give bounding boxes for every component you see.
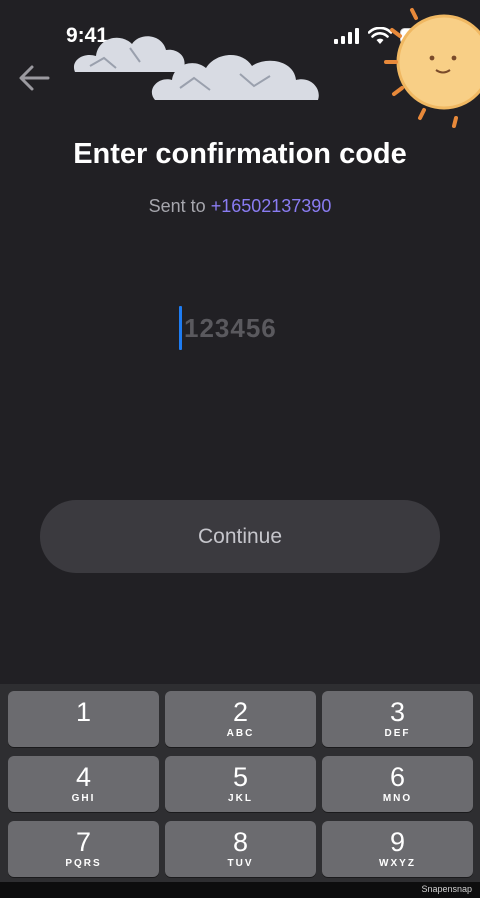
watermark: Snapensnap xyxy=(421,884,472,894)
cellular-signal-icon xyxy=(334,28,359,44)
sent-to-label: Sent to xyxy=(148,196,206,216)
code-input-wrapper xyxy=(179,305,324,351)
key-digit: 8 xyxy=(232,827,249,857)
key-letters: JKL xyxy=(228,793,253,804)
key-4[interactable]: 4 GHI xyxy=(8,756,159,812)
continue-button[interactable]: Continue xyxy=(40,500,440,573)
sun-illustration xyxy=(384,8,480,128)
bottom-strip xyxy=(0,882,480,898)
key-2[interactable]: 2 ABC xyxy=(165,691,316,747)
phone-number: +16502137390 xyxy=(210,196,332,216)
key-digit: 3 xyxy=(389,697,406,727)
key-letters: GHI xyxy=(71,793,96,804)
key-digit: 4 xyxy=(75,762,92,792)
key-digit: 5 xyxy=(232,762,249,792)
key-3[interactable]: 3 DEF xyxy=(322,691,473,747)
key-8[interactable]: 8 TUV xyxy=(165,821,316,877)
key-letters: ABC xyxy=(226,728,255,739)
key-digit: 2 xyxy=(232,697,249,727)
key-letters: MNO xyxy=(382,793,413,804)
text-caret xyxy=(179,306,182,350)
sent-to-line: Sent to +16502137390 xyxy=(0,196,480,217)
key-7[interactable]: 7 PQRS xyxy=(8,821,159,877)
key-1[interactable]: 1 xyxy=(8,691,159,747)
key-6[interactable]: 6 MNO xyxy=(322,756,473,812)
key-digit: 9 xyxy=(389,827,406,857)
key-digit: 1 xyxy=(75,697,92,727)
key-digit: 7 xyxy=(75,827,92,857)
numeric-keypad: 1 2 ABC 3 DEF 4 GHI 5 JKL 6 MNO 7 PQRS 8… xyxy=(0,684,480,882)
arrow-left-icon xyxy=(19,65,50,91)
key-9[interactable]: 9 WXYZ xyxy=(322,821,473,877)
key-letters: PQRS xyxy=(65,858,102,869)
page-title: Enter confirmation code xyxy=(73,138,407,170)
key-letters: TUV xyxy=(227,858,254,869)
confirmation-code-input[interactable] xyxy=(184,312,324,344)
key-letters: DEF xyxy=(384,728,411,739)
back-button[interactable] xyxy=(16,60,52,96)
key-digit: 6 xyxy=(389,762,406,792)
key-5[interactable]: 5 JKL xyxy=(165,756,316,812)
key-letters: WXYZ xyxy=(379,858,416,869)
clouds-illustration xyxy=(73,36,319,100)
